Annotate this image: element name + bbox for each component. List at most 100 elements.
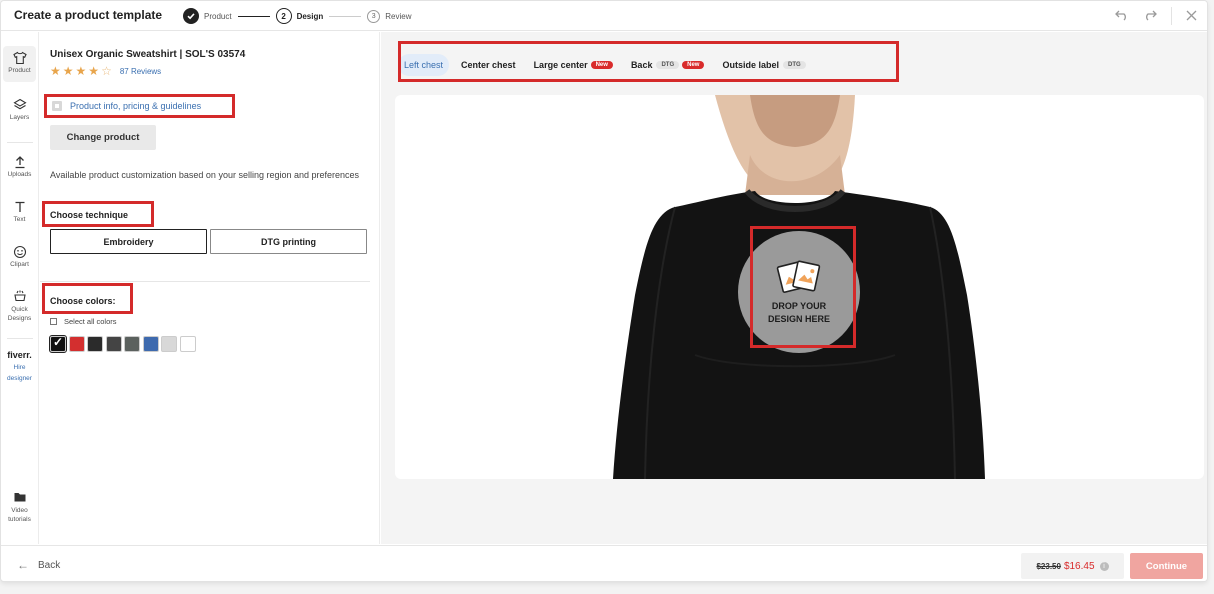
shirt-icon (12, 51, 27, 65)
step-review-label: Review (385, 11, 412, 21)
tab-back[interactable]: Back DTG New (625, 54, 711, 76)
quick-designs-icon (13, 290, 26, 302)
redo-icon[interactable] (1143, 8, 1157, 24)
color-swatch[interactable] (87, 336, 103, 352)
drop-zone-label: DROP YOUR DESIGN HERE (767, 300, 830, 324)
step-review-number: 3 (367, 9, 381, 23)
page-title: Create a product template (14, 8, 163, 22)
color-swatch[interactable] (142, 336, 159, 352)
product-title: Unisex Organic Sweatshirt | SOL'S 03574 (50, 49, 246, 60)
continue-button[interactable]: Continue (1130, 553, 1203, 579)
choose-colors-title: Choose colors: (50, 296, 116, 306)
product-canvas[interactable]: DROP YOUR DESIGN HERE (395, 95, 1204, 479)
color-swatch[interactable] (105, 336, 122, 352)
color-swatch[interactable] (124, 336, 140, 352)
rating-stars[interactable]: ★ ★ ★ ★ ☆ 87 Reviews (50, 65, 161, 77)
rail-label: Text (13, 216, 26, 223)
step-connector (329, 15, 362, 17)
rail-label: Layers (9, 114, 30, 121)
tab-label: Outside label (722, 60, 779, 70)
step-design-number: 2 (275, 8, 292, 24)
back-button[interactable]: ← Back (17, 558, 60, 572)
rail-label: Quick (11, 306, 28, 313)
rail-label: Product (8, 67, 31, 74)
reviews-link[interactable]: 87 Reviews (120, 67, 161, 76)
rail-item-uploads[interactable]: Uploads (1, 155, 38, 178)
color-swatch[interactable] (179, 336, 196, 352)
step-done-icon[interactable] (183, 8, 199, 24)
step-product-label[interactable]: Product (204, 12, 232, 21)
select-all-checkbox[interactable] (50, 318, 57, 325)
rail-item-text[interactable]: Text (1, 200, 38, 223)
new-price: $16.45 (1063, 560, 1095, 572)
rail-item-video-tutorials[interactable]: Video tutorials (1, 490, 38, 524)
new-badge: New (590, 61, 613, 69)
rail-label: Designs (7, 315, 32, 322)
star-icon: ★ (62, 64, 74, 78)
tool-rail: Product Layers Uploads Text Clipart Quic… (1, 32, 39, 544)
dtg-tag: DTG (656, 61, 680, 69)
rail-item-hire-designer[interactable]: fiverr. Hire designer (1, 350, 38, 384)
rail-label: Hire (13, 364, 26, 371)
folder-icon (14, 493, 25, 502)
progress-stepper: Product 2 Design 3 Review (183, 7, 411, 25)
back-label: Back (38, 559, 61, 571)
tab-center-chest[interactable]: Center chest (455, 54, 522, 76)
dtg-tag: DTG (782, 61, 806, 69)
app-window: Create a product template Product 2 Desi… (0, 0, 1208, 582)
color-swatch[interactable] (68, 336, 85, 352)
tab-outside-label[interactable]: Outside label DTG (716, 54, 811, 76)
new-badge: New (682, 61, 705, 69)
price-summary: $23.50 $16.45 i (1021, 553, 1124, 579)
rail-item-product[interactable]: Product (3, 46, 36, 82)
tab-label: Large center (533, 60, 588, 70)
fiverr-logo: fiverr. (7, 350, 32, 360)
info-doc-icon (52, 101, 62, 111)
rail-label: Uploads (7, 171, 32, 178)
technique-embroidery-button[interactable]: Embroidery (50, 229, 207, 254)
star-icon: ★ (88, 64, 100, 78)
arrow-left-icon: ← (17, 558, 29, 572)
color-swatch[interactable] (161, 336, 177, 352)
tab-large-center[interactable]: Large center New (528, 54, 619, 76)
tab-label: Center chest (461, 60, 516, 70)
half-star-icon: ☆ (101, 64, 112, 78)
star-icon: ★ (50, 64, 61, 78)
rail-item-quick-designs[interactable]: Quick Designs (1, 289, 38, 323)
rail-item-layers[interactable]: Layers (1, 98, 38, 121)
tab-label: Left chest (404, 60, 444, 70)
top-actions (1115, 7, 1197, 25)
smiley-icon (13, 245, 26, 259)
text-icon (15, 201, 24, 212)
color-swatches (48, 334, 196, 354)
select-all-label: Select all colors (64, 317, 117, 326)
divider (40, 281, 370, 282)
undo-icon[interactable] (1115, 8, 1129, 24)
placement-tabs: Left chest Center chest Large center New… (398, 52, 818, 78)
change-product-button[interactable]: Change product (50, 125, 156, 150)
star-icon: ★ (75, 64, 87, 78)
close-icon[interactable] (1186, 8, 1197, 24)
availability-note: Available product customization based on… (50, 170, 360, 180)
divider (7, 338, 33, 339)
color-swatch[interactable] (48, 334, 68, 354)
rail-item-clipart[interactable]: Clipart (1, 245, 38, 268)
divider (1171, 7, 1172, 25)
product-panel: Unisex Organic Sweatshirt | SOL'S 03574 … (40, 32, 380, 544)
drop-zone[interactable]: DROP YOUR DESIGN HERE (738, 231, 860, 353)
select-all-colors[interactable]: Select all colors (50, 317, 117, 326)
rail-label: tutorials (8, 516, 31, 523)
image-placeholder-icon (776, 259, 821, 293)
technique-dtg-button[interactable]: DTG printing (210, 229, 367, 254)
tab-left-chest[interactable]: Left chest (398, 54, 450, 76)
product-info-link[interactable]: Product info, pricing & guidelines (52, 101, 201, 111)
bottom-bar: ← Back $23.50 $16.45 i Continue (1, 545, 1207, 581)
old-price: $23.50 (1036, 561, 1061, 571)
divider (7, 142, 33, 143)
info-icon[interactable]: i (1099, 561, 1109, 571)
top-bar: Create a product template Product 2 Desi… (1, 1, 1207, 31)
step-connector (237, 15, 270, 17)
design-area: Left chest Center chest Large center New… (381, 32, 1207, 544)
product-info-label: Product info, pricing & guidelines (70, 101, 202, 111)
tab-label: Back (630, 60, 653, 70)
